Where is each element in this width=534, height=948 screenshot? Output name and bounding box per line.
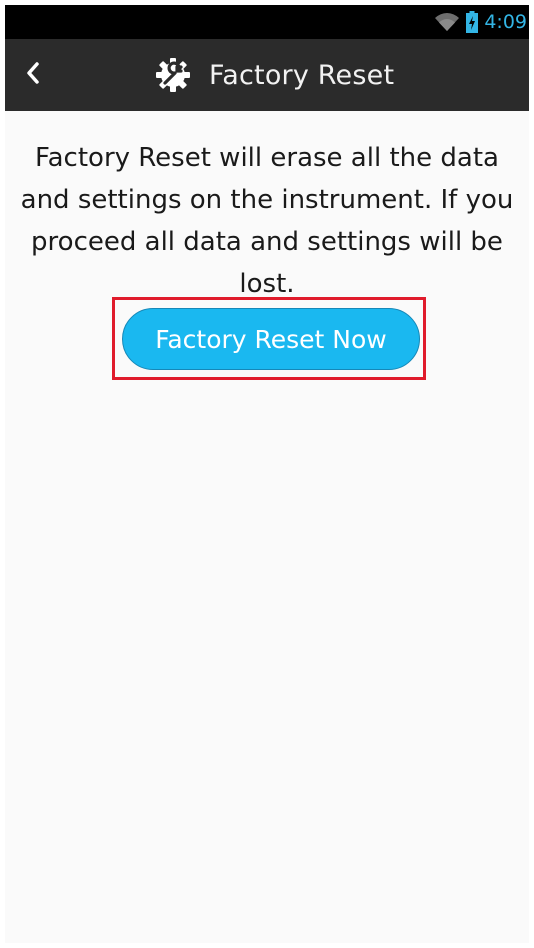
app-screen: 4:09 Factory Reset Factory Reset will er… bbox=[5, 5, 529, 943]
wifi-icon bbox=[434, 12, 460, 32]
warning-message: Factory Reset will erase all the data an… bbox=[20, 143, 514, 299]
battery-charging-icon bbox=[466, 11, 479, 33]
status-bar: 4:09 bbox=[5, 5, 529, 39]
chevron-left-icon bbox=[25, 61, 41, 90]
gear-wrench-icon bbox=[153, 55, 193, 95]
back-button[interactable] bbox=[11, 53, 55, 97]
factory-reset-now-button[interactable]: Factory Reset Now bbox=[122, 308, 420, 370]
title-group: Factory Reset bbox=[153, 39, 394, 111]
status-time: 4:09 bbox=[484, 11, 527, 33]
action-bar: Factory Reset bbox=[5, 39, 529, 111]
page-title: Factory Reset bbox=[209, 59, 395, 91]
status-icons: 4:09 bbox=[434, 5, 529, 39]
